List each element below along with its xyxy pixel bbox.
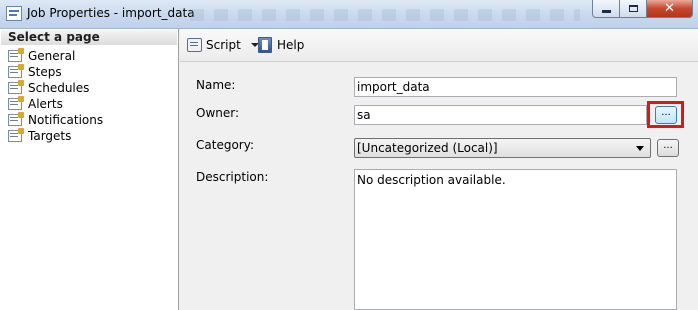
name-label: Name: [196, 78, 236, 92]
sidebar-item-targets[interactable]: Targets [8, 128, 103, 144]
page-icon [8, 112, 24, 126]
sidebar-item-label: Schedules [28, 81, 90, 95]
sidebar-item-alerts[interactable]: Alerts [8, 96, 103, 112]
description-label: Description: [196, 170, 269, 184]
app-icon [6, 6, 22, 21]
close-icon: ✕ [664, 1, 675, 16]
category-label: Category: [196, 138, 254, 152]
category-value: [Uncategorized (Local)] [357, 141, 498, 155]
help-button[interactable]: Help [258, 36, 304, 54]
background-toolbar-ghost [190, 9, 580, 21]
description-field[interactable]: No description available. [354, 169, 677, 310]
script-button[interactable]: Script [187, 36, 259, 54]
highlight-box [647, 101, 684, 128]
page-icon [8, 128, 24, 142]
owner-label: Owner: [196, 106, 240, 120]
page-icon [8, 96, 24, 110]
sidebar-item-label: Steps [28, 65, 62, 79]
category-select[interactable]: [Uncategorized (Local)] [354, 138, 651, 158]
owner-field[interactable]: sa [354, 105, 647, 125]
category-browse-button[interactable]: ... [657, 139, 679, 157]
window-title: Job Properties - import_data [27, 6, 195, 20]
script-icon [187, 38, 202, 52]
sidebar-item-steps[interactable]: Steps [8, 64, 103, 80]
sidebar-header: Select a page [1, 30, 177, 45]
sidebar-item-label: Targets [28, 129, 72, 143]
maximize-icon [628, 5, 638, 12]
minimize-icon [601, 10, 611, 13]
page-list: General Steps Schedules Alerts Notificat… [8, 48, 103, 144]
close-button[interactable]: ✕ [647, 0, 693, 18]
page-icon [8, 80, 24, 94]
help-label: Help [277, 38, 305, 52]
toolbar: Script Help [180, 29, 698, 62]
help-book-icon [258, 37, 272, 53]
minimize-button[interactable] [592, 0, 620, 18]
page-selector-panel: Select a page General Steps Schedules Al… [0, 29, 179, 310]
name-field[interactable]: import_data [354, 77, 677, 97]
script-label: Script [206, 38, 241, 52]
chevron-down-icon [636, 146, 644, 151]
sidebar-item-label: General [28, 49, 76, 63]
sidebar-item-general[interactable]: General [8, 48, 103, 64]
page-icon [8, 64, 24, 78]
maximize-button[interactable] [620, 0, 647, 18]
sidebar-item-schedules[interactable]: Schedules [8, 80, 103, 96]
general-page-form: Name: import_data Owner: sa ... Category… [180, 62, 698, 310]
sidebar-item-label: Notifications [28, 113, 104, 127]
page-icon [8, 48, 24, 62]
title-bar: Job Properties - import_data ✕ [0, 0, 698, 29]
sidebar-item-notifications[interactable]: Notifications [8, 112, 103, 128]
sidebar-item-label: Alerts [28, 97, 63, 111]
